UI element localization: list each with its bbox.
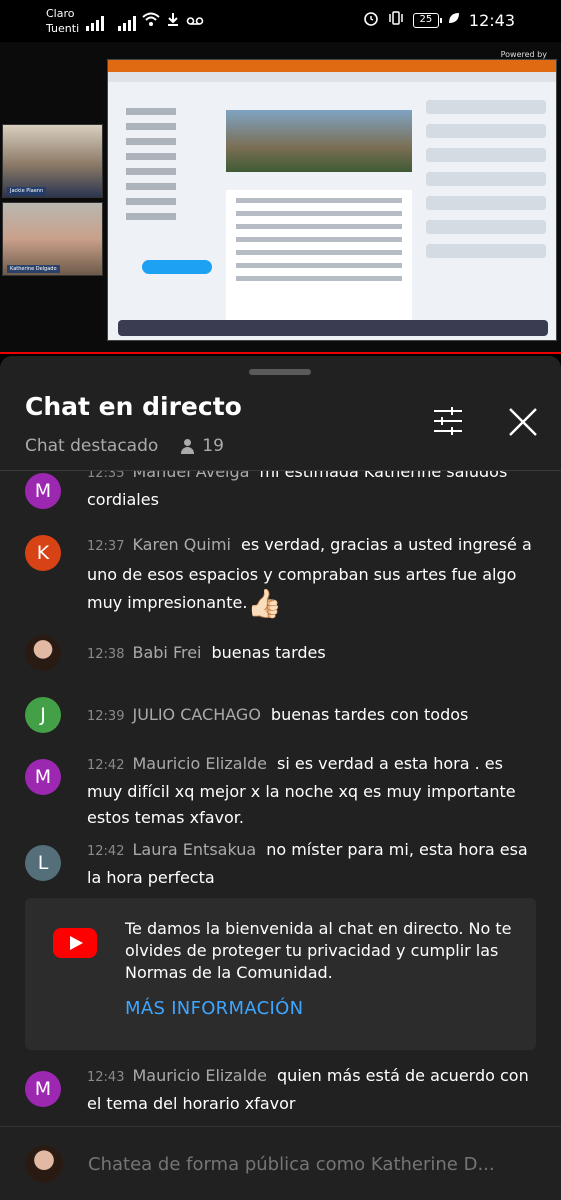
viewer-count: 19 xyxy=(180,436,224,456)
message-time: 12:42 xyxy=(87,758,125,773)
close-icon[interactable] xyxy=(507,406,539,438)
status-left-icons xyxy=(86,12,204,31)
leaf-icon xyxy=(447,11,461,29)
download-icon xyxy=(166,12,180,31)
message-author[interactable]: Manuel Aveiga xyxy=(132,471,249,481)
thumbs-up-icon: 👍🏻 xyxy=(247,586,283,620)
chat-message: M 12:35 Manuel Aveiga mi estimada Katherin… xyxy=(25,471,540,513)
drag-handle[interactable] xyxy=(249,369,311,375)
message-text: buenas tardes con todos xyxy=(270,705,469,724)
alarm-icon xyxy=(363,10,379,30)
message-author[interactable]: Mauricio Elizalde xyxy=(132,754,267,773)
avatar[interactable]: K xyxy=(25,535,61,571)
chat-title: Chat en directo xyxy=(25,392,242,421)
message-author[interactable]: Laura Entsakua xyxy=(132,840,256,859)
avatar[interactable]: J xyxy=(25,697,61,733)
status-bar: Claro Tuenti 25 12:43 xyxy=(0,0,561,42)
message-time: 12:35 xyxy=(87,471,125,481)
chat-mode-selector[interactable]: Chat destacado 19 xyxy=(25,436,224,456)
signal-icon xyxy=(118,15,136,31)
wifi-icon xyxy=(142,12,160,31)
message-author[interactable]: Mauricio Elizalde xyxy=(132,1066,267,1085)
signal-icon xyxy=(86,15,104,31)
chat-message: L 12:42 Laura Entsakua no míster para mi, … xyxy=(25,837,540,891)
avatar[interactable]: L xyxy=(25,845,61,881)
avatar[interactable] xyxy=(25,1145,63,1183)
avatar[interactable] xyxy=(25,635,61,671)
chat-message: M 12:42 Mauricio Elizalde si es verdad a e… xyxy=(25,751,540,831)
message-author[interactable]: JULIO CACHAGO xyxy=(132,705,260,724)
chat-message: J 12:39 JULIO CACHAGO buenas tardes con to… xyxy=(25,697,540,733)
carrier-line-1: Claro xyxy=(46,7,75,20)
chat-mode-label: Chat destacado xyxy=(25,436,159,456)
status-clock: 12:43 xyxy=(468,10,515,30)
avatar[interactable]: M xyxy=(25,1071,61,1107)
live-chat-panel: Chat en directo Chat destacado 19 M 12:3… xyxy=(0,356,561,1200)
message-text: buenas tardes xyxy=(211,643,326,662)
chat-input[interactable] xyxy=(88,1149,538,1179)
message-time: 12:43 xyxy=(87,1070,125,1085)
battery-icon: 25 xyxy=(412,12,442,28)
chat-message-list[interactable]: M 12:35 Manuel Aveiga mi estimada Katherin… xyxy=(0,471,561,1121)
filter-icon[interactable] xyxy=(432,406,464,436)
powered-by-label: Powered by xyxy=(500,50,547,59)
participant-name: Jackie Plaenn xyxy=(7,187,47,195)
message-time: 12:37 xyxy=(87,539,125,554)
message-author[interactable]: Karen Quimi xyxy=(132,535,231,554)
carrier-name: Claro Tuenti xyxy=(46,6,79,36)
person-icon xyxy=(180,438,196,454)
status-right-icons: 25 12:43 xyxy=(363,10,515,30)
participant-camera: Katherine Delgado xyxy=(2,202,103,276)
chat-message: K 12:37 Karen Quimi es verdad, gracias a u… xyxy=(25,531,540,618)
message-author[interactable]: Babi Frei xyxy=(132,643,201,662)
message-time: 12:39 xyxy=(87,709,125,724)
voicemail-icon xyxy=(186,12,204,31)
participant-camera: Jackie Plaenn xyxy=(2,124,103,198)
vibrate-icon xyxy=(387,10,405,30)
avatar[interactable]: M xyxy=(25,759,61,795)
message-time: 12:38 xyxy=(87,647,125,662)
avatar[interactable]: M xyxy=(25,473,61,509)
chat-input-bar xyxy=(0,1126,561,1200)
youtube-logo-icon xyxy=(53,928,97,958)
participant-name: Katherine Delgado xyxy=(7,265,60,273)
welcome-notice: Te damos la bienvenida al chat en direct… xyxy=(25,898,536,1050)
shared-screen xyxy=(107,59,557,341)
viewer-count-value: 19 xyxy=(202,436,224,456)
chat-message: 12:38 Babi Frei buenas tardes xyxy=(25,635,540,671)
message-time: 12:42 xyxy=(87,844,125,859)
notice-text: Te damos la bienvenida al chat en direct… xyxy=(125,919,512,982)
video-player[interactable]: Jackie Plaenn Katherine Delgado Powered … xyxy=(0,42,561,354)
video-progress-bar[interactable] xyxy=(0,352,561,354)
chat-message: M 12:43 Mauricio Elizalde quien más está d… xyxy=(25,1063,540,1117)
carrier-line-2: Tuenti xyxy=(46,22,80,35)
more-info-link[interactable]: MÁS INFORMACIÓN xyxy=(125,998,303,1019)
